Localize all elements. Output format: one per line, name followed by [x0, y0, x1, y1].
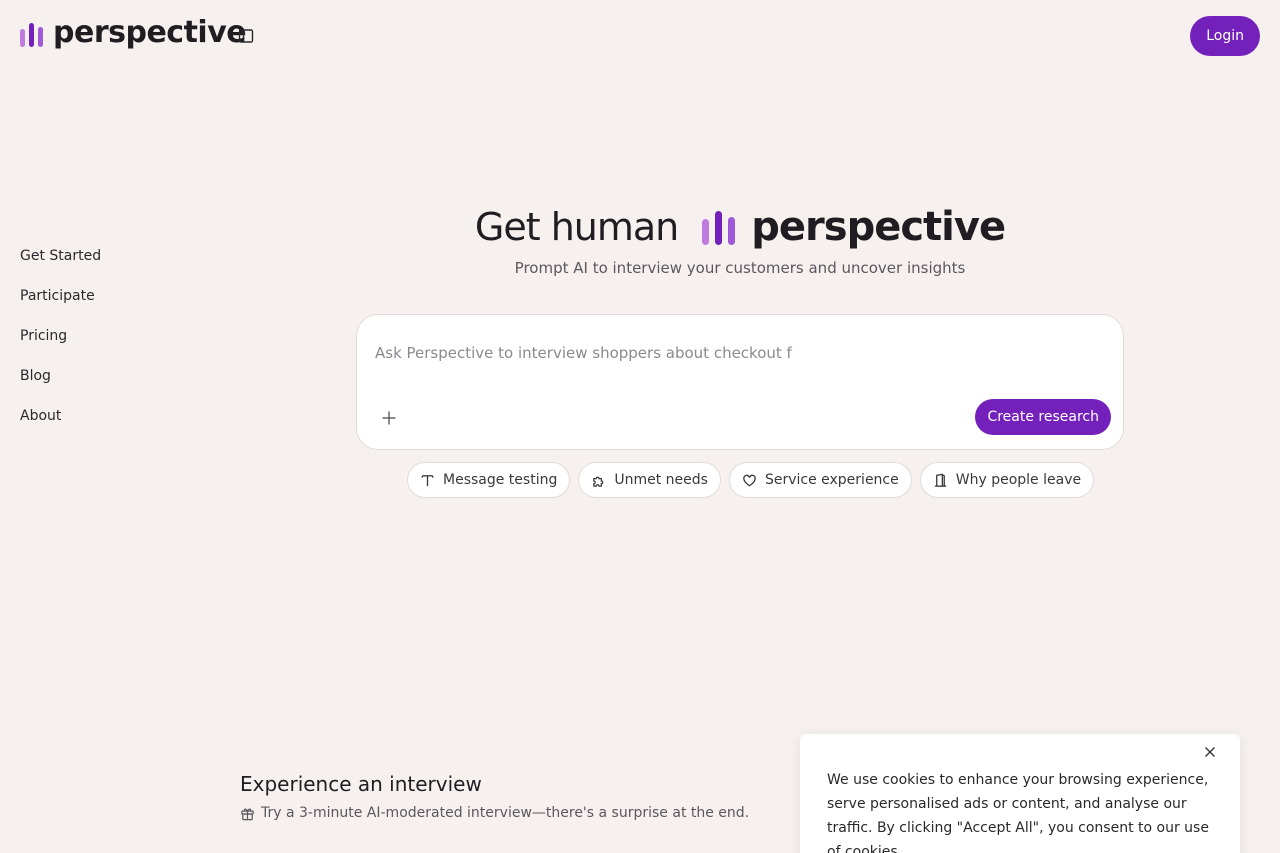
hero-logo-mark-icon	[702, 209, 736, 245]
hero-title-brand: perspective	[751, 204, 1006, 250]
nav-item-participate[interactable]: Participate	[20, 288, 101, 328]
nav-item-pricing[interactable]: Pricing	[20, 328, 101, 368]
text-icon	[421, 474, 434, 486]
prompt-box: Create research	[356, 314, 1124, 450]
gift-icon	[241, 808, 254, 820]
sidebar-nav: Get Started Participate Pricing Blog Abo…	[20, 248, 101, 448]
heart-icon	[743, 474, 756, 486]
chip-label: Message testing	[443, 472, 558, 488]
chip-label: Unmet needs	[614, 472, 708, 488]
nav-item-about[interactable]: About	[20, 408, 101, 448]
cookie-banner: We use cookies to enhance your browsing …	[800, 734, 1240, 853]
logo-mark-icon	[20, 19, 43, 47]
nav-item-blog[interactable]: Blog	[20, 368, 101, 408]
puzzle-icon	[593, 476, 604, 487]
page: perspective Login Get Started Participat…	[0, 0, 1280, 853]
door-icon	[934, 473, 946, 487]
chip-service-experience[interactable]: Service experience	[728, 462, 912, 498]
chip-message-testing[interactable]: Message testing	[407, 462, 571, 498]
experience-subtitle: Try a 3-minute AI-moderated interview—th…	[240, 805, 749, 821]
prompt-input[interactable]	[375, 333, 1095, 373]
sidebar-toggle-icon[interactable]	[236, 26, 256, 46]
hero-subtitle: Prompt AI to interview your customers an…	[514, 259, 966, 277]
logo-text: perspective	[53, 15, 247, 50]
chip-unmet-needs[interactable]: Unmet needs	[578, 462, 721, 498]
hero-title: Get human perspective	[0, 204, 1280, 250]
experience-title: Experience an interview	[240, 772, 482, 796]
chip-why-people-leave[interactable]: Why people leave	[919, 462, 1095, 498]
suggestion-chips: Message testing Unmet needs Service expe…	[407, 462, 1095, 498]
chip-label: Why people leave	[955, 472, 1082, 488]
create-research-button[interactable]: Create research	[975, 399, 1111, 435]
experience-subtitle-text: Try a 3-minute AI-moderated interview—th…	[261, 805, 750, 821]
cookie-text: We use cookies to enhance your browsing …	[827, 772, 1209, 853]
login-button[interactable]: Login	[1190, 16, 1260, 56]
add-attachment-icon[interactable]	[379, 408, 399, 428]
hero-title-lead: Get human	[474, 205, 679, 249]
nav-item-get-started[interactable]: Get Started	[20, 248, 101, 288]
logo[interactable]: perspective	[20, 15, 247, 50]
close-icon[interactable]	[1202, 744, 1218, 760]
chip-label: Service experience	[764, 472, 899, 488]
